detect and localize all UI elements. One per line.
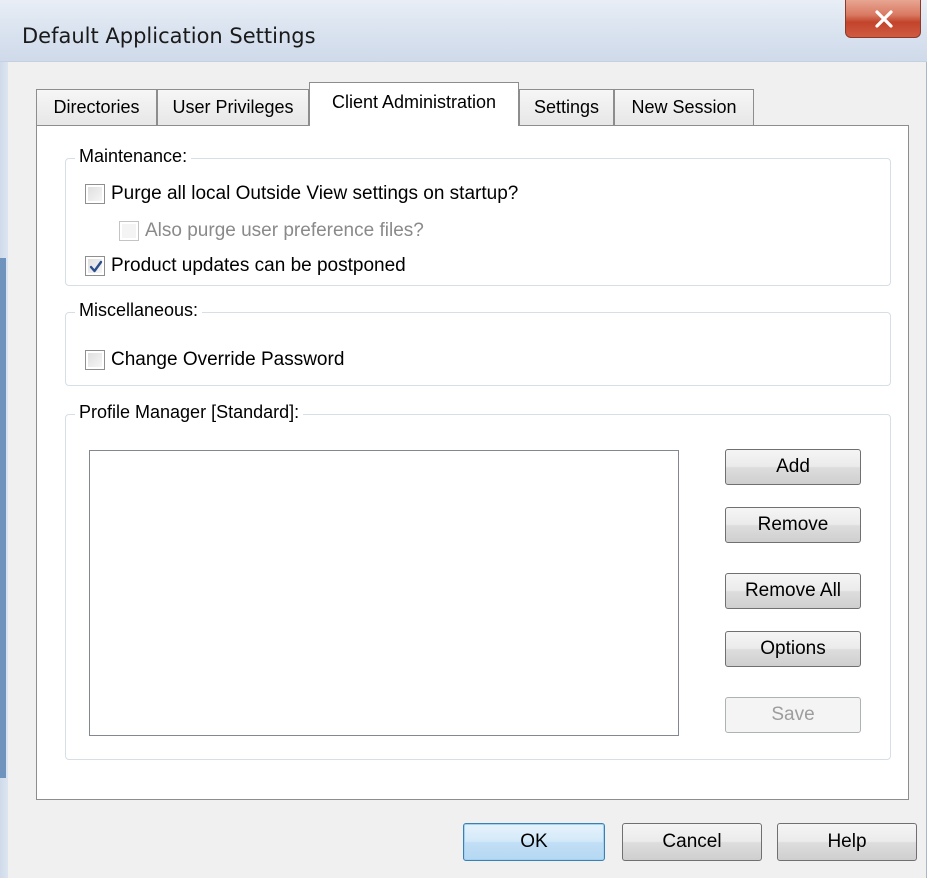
close-icon	[875, 10, 893, 28]
save-button: Save	[725, 697, 861, 733]
help-button[interactable]: Help	[777, 823, 917, 861]
change-password-option[interactable]: Change Override Password	[85, 349, 344, 371]
remove-button[interactable]: Remove	[725, 507, 861, 543]
tab-panel-client-administration: Maintenance: Purge all local Outside Vie…	[36, 125, 909, 800]
remove-all-button[interactable]: Remove All	[725, 573, 861, 609]
tab-new-session[interactable]: New Session	[614, 89, 754, 125]
miscellaneous-legend: Miscellaneous:	[75, 300, 203, 321]
purge-prefs-option: Also purge user preference files?	[119, 220, 424, 242]
tab-settings[interactable]: Settings	[519, 89, 614, 125]
close-button[interactable]	[845, 0, 921, 38]
cancel-button[interactable]: Cancel	[622, 823, 762, 861]
ok-button[interactable]: OK	[463, 823, 605, 861]
tab-directories[interactable]: Directories	[36, 89, 157, 125]
options-button[interactable]: Options	[725, 631, 861, 667]
change-password-checkbox[interactable]	[85, 350, 105, 370]
purge-settings-label: Purge all local Outside View settings on…	[111, 183, 519, 204]
purge-prefs-checkbox	[119, 221, 139, 241]
profile-list[interactable]	[89, 450, 679, 736]
window-title: Default Application Settings	[22, 24, 316, 48]
title-bar[interactable]: Default Application Settings	[0, 0, 927, 62]
dialog-window: Default Application Settings Directories…	[0, 0, 927, 878]
checkmark-icon	[89, 260, 103, 273]
tab-client-administration[interactable]: Client Administration	[309, 82, 519, 126]
purge-settings-checkbox[interactable]	[85, 184, 105, 204]
updates-postponed-label: Product updates can be postponed	[111, 255, 406, 276]
updates-postponed-option[interactable]: Product updates can be postponed	[85, 255, 406, 277]
change-password-label: Change Override Password	[111, 349, 345, 370]
add-button[interactable]: Add	[725, 449, 861, 485]
purge-settings-option[interactable]: Purge all local Outside View settings on…	[85, 183, 518, 205]
purge-prefs-label: Also purge user preference files?	[145, 220, 424, 241]
tab-user-privileges[interactable]: User Privileges	[157, 89, 309, 125]
window-frame-accent	[0, 258, 6, 778]
maintenance-legend: Maintenance:	[75, 146, 192, 167]
profile-manager-legend: Profile Manager [Standard]:	[75, 402, 304, 423]
updates-postponed-checkbox[interactable]	[85, 256, 105, 276]
